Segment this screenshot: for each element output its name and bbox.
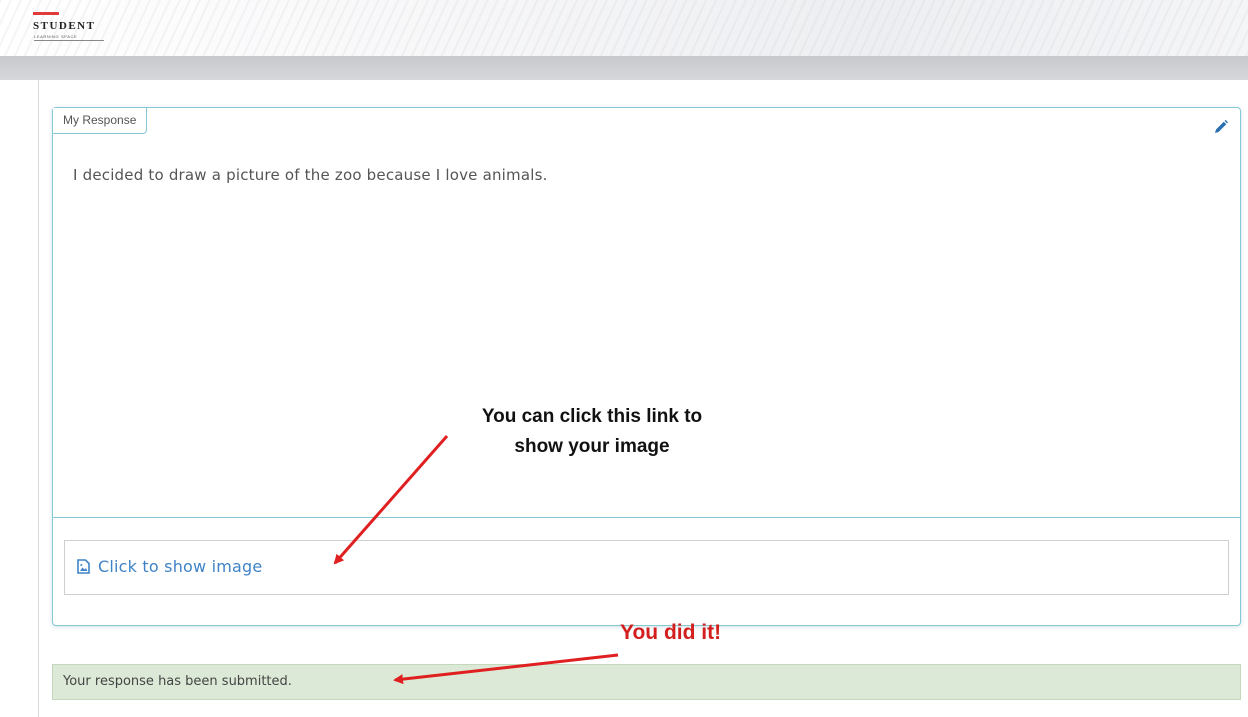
logo-title: STUDENT (33, 20, 96, 32)
attachment-box: Click to show image (64, 540, 1229, 595)
response-tab-label: My Response (53, 108, 148, 134)
response-text: I decided to draw a picture of the zoo b… (73, 166, 548, 184)
logo-subtitle: LEARNING SPACE (34, 34, 78, 39)
link-hint-annotation: You can click this link to show your ima… (447, 402, 737, 462)
response-card: My Response I decided to draw a picture … (52, 107, 1241, 626)
submission-status-bar: Your response has been submitted. (52, 664, 1241, 700)
logo-underline (34, 40, 104, 41)
link-hint-line-2: show your image (514, 436, 670, 457)
show-image-link[interactable]: Click to show image (77, 557, 262, 576)
image-file-icon (77, 559, 90, 574)
pencil-icon[interactable] (1213, 119, 1229, 135)
student-learning-space-logo[interactable]: STUDENT LEARNING SPACE (33, 12, 113, 46)
success-annotation: You did it! (620, 621, 722, 644)
card-divider (53, 517, 1240, 518)
show-image-link-label: Click to show image (98, 557, 263, 576)
link-hint-line-1: You can click this link to (481, 406, 703, 427)
app-header: STUDENT LEARNING SPACE (0, 0, 1248, 56)
logo-accent-bar (33, 12, 59, 15)
header-toolbar-strip (0, 56, 1248, 80)
